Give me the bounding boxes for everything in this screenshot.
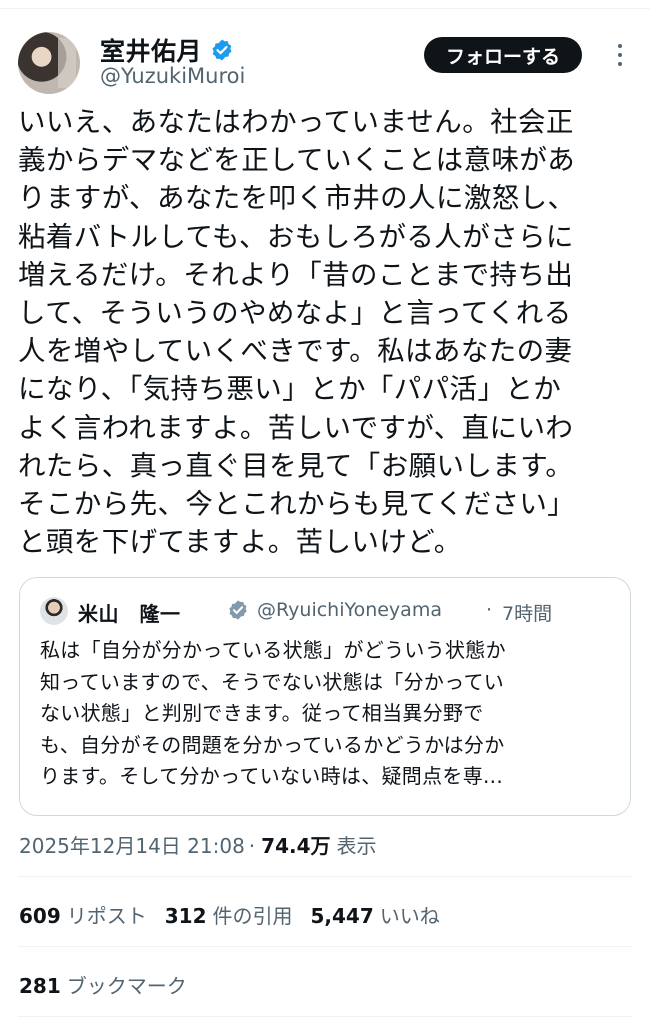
meta-separator: · (248, 834, 256, 858)
quoted-line: も、自分がその問題を分かっているかどうかは分か (40, 732, 505, 757)
tweet-line: になり、「気持ち悪い」とか「パパ活」とか (18, 373, 562, 406)
top-divider (0, 8, 650, 9)
tweet-meta: 2025年12月14日 21:08 · 74.4万 表示 (19, 830, 377, 859)
tweet-timestamp[interactable]: 2025年12月14日 21:08 (19, 830, 245, 859)
repost-count[interactable]: 609 (19, 904, 61, 928)
tweet-line: れたら、真っ直ぐ目を見て「お願いします。 (18, 449, 574, 482)
quoted-line: ない状態」と判別できます。従って相当異分野で (40, 701, 484, 725)
view-label: 表示 (336, 834, 377, 858)
divider (18, 946, 632, 947)
quoted-author-name: 米山 隆一 (78, 602, 181, 626)
like-label[interactable]: いいね (380, 900, 440, 929)
author-display-name[interactable]: 室井佑月 (100, 32, 202, 68)
verified-badge-icon (212, 39, 232, 61)
more-dot (618, 62, 622, 66)
author-handle[interactable]: @YuzukiMuroi (100, 64, 245, 88)
tweet-line: 増えるだけ。それより「昔のことまで持ち出 (18, 258, 574, 291)
tweet-line: そこから先、今とこれからも見てください」 (18, 488, 576, 521)
tweet-line: りますが、あなたを叩く市井の人に激怒し、 (18, 182, 576, 215)
author-name-row: 室井佑月 (100, 32, 234, 68)
follow-button[interactable]: フォローする (424, 37, 582, 73)
tweet-header: 室井佑月 @YuzukiMuroi フォローする (0, 24, 650, 96)
quoted-line: 知っていますので、そうでない状態は「分かってい (40, 669, 505, 694)
bookmark-label[interactable]: ブックマーク (67, 970, 187, 999)
quoted-separator: · (486, 599, 493, 621)
quoted-author-handle: @RyuichiYoneyama (257, 599, 442, 621)
more-dot (618, 44, 622, 48)
divider (18, 1016, 632, 1017)
quoted-timestamp: 7時間 (502, 603, 553, 625)
tweet-line: よく言われますよ。苦しいですが、直にいわ (18, 411, 574, 444)
tweet-body: いいえ、あなたはわかっていません。社会正 義からデマなどを正していくことは意味が… (18, 103, 634, 561)
quoted-tweet-card[interactable]: 米山 隆一 @RyuichiYoneyama · 7時間 私は「自分が分かってい… (19, 577, 631, 816)
view-count: 74.4万 (261, 834, 331, 858)
quoted-line: ります。そして分かっていない時は、疑問点を専... (40, 764, 503, 788)
tweet-line: 粘着バトルしても、おもしろがる人がさらに (18, 220, 574, 253)
bookmark-stats: 281 ブックマーク (19, 970, 205, 999)
more-dot (618, 53, 622, 57)
quote-label[interactable]: 件の引用 (213, 900, 293, 929)
tweet-line: 人を増やしていくべきです。私はあなたの妻 (18, 335, 573, 368)
tweet-line: して、そういうのやめなよ」と言ってくれる (18, 297, 572, 330)
bookmark-count[interactable]: 281 (19, 974, 61, 998)
tweet-line: いいえ、あなたはわかっていません。社会正 (18, 106, 574, 138)
repost-label[interactable]: リポスト (67, 900, 147, 929)
more-dots-icon[interactable] (610, 40, 630, 70)
quote-count[interactable]: 312 (165, 904, 207, 928)
quoted-body: 私は「自分が分かっている状態」がどういう状態か 知っていますので、そうでない状態… (40, 635, 616, 793)
author-avatar[interactable] (18, 32, 80, 94)
divider (18, 876, 632, 877)
quoted-author-avatar (40, 597, 68, 625)
engagement-stats: 609 リポスト 312 件の引用 5,447 いいね (19, 900, 458, 929)
quoted-line: 私は「自分が分かっている状態」がどういう状態か (40, 638, 506, 662)
tweet-line: と頭を下げてますよ。苦しいけど。 (18, 526, 462, 559)
verified-badge-icon (229, 600, 247, 620)
tweet-line: 義からデマなどを正していくことは意味があ (18, 144, 576, 177)
like-count[interactable]: 5,447 (311, 904, 374, 928)
